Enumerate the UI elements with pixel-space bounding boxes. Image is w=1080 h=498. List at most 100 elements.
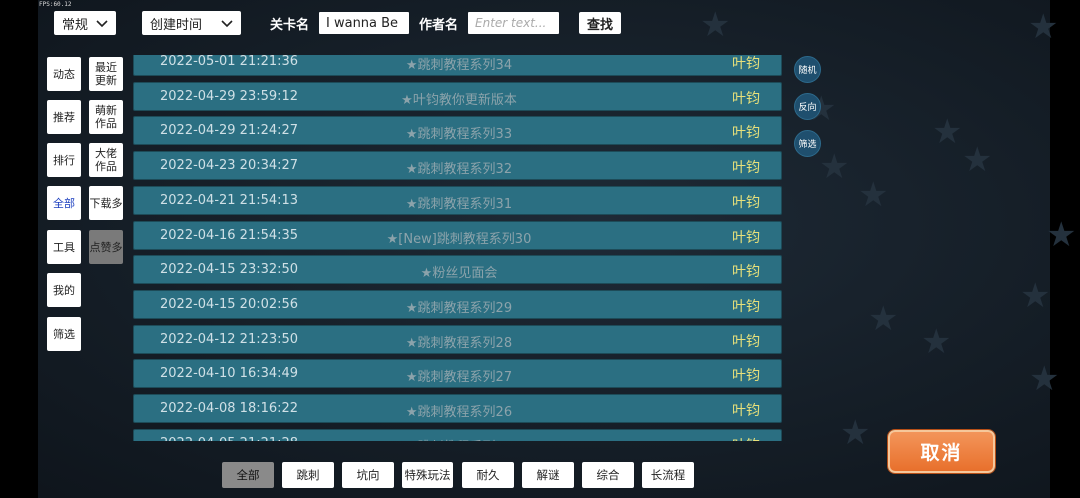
level-title: ★跳刺教程系列26 — [405, 405, 513, 420]
level-title: ★跳刺教程系列34 — [405, 58, 513, 73]
sidebar-item[interactable]: 动态 — [47, 57, 81, 91]
level-row[interactable]: 2022-04-10 16:34:49 ★跳刺教程系列27 叶钧 — [133, 359, 782, 389]
sidebar-item[interactable]: 全部 — [47, 186, 81, 220]
level-author: 叶钧 — [732, 368, 760, 385]
level-date: 2022-04-21 21:54:13 — [160, 192, 299, 208]
star-icon: ★ — [840, 413, 871, 453]
level-title: ★跳刺教程系列33 — [405, 127, 513, 143]
label-line-1: 最近 — [95, 61, 117, 74]
level-author: 叶钧 — [732, 160, 760, 177]
level-author: 叶钧 — [732, 333, 760, 350]
star-icon: ★ — [858, 175, 889, 215]
level-name-label: 关卡名 — [270, 18, 310, 33]
level-title: ★跳刺教程系列27 — [405, 370, 513, 386]
star-icon: ★ — [1028, 7, 1059, 47]
reverse-button[interactable]: 反向 — [794, 93, 821, 120]
level-row[interactable]: 2022-04-15 20:02:56 ★跳刺教程系列29 叶钧 — [133, 289, 782, 319]
fps-counter: FPS:60.12 — [39, 1, 72, 8]
sidebar-filter-item[interactable]: 下载多 — [89, 186, 123, 220]
level-row[interactable]: 2022-05-01 21:21:36 ★跳刺教程系列34 叶钧 — [133, 55, 782, 76]
random-button[interactable]: 随机 — [794, 56, 821, 83]
level-row[interactable]: 2022-04-29 21:24:27 ★跳刺教程系列33 叶钧 — [133, 116, 782, 146]
level-title: ★跳刺教程系列28 — [405, 335, 513, 351]
category-tab[interactable]: 长流程 — [642, 462, 694, 488]
star-icon: ★ — [819, 147, 850, 187]
mode-dropdown[interactable]: 常规 — [54, 11, 116, 35]
category-tab[interactable]: 坑向 — [342, 462, 394, 488]
sidebar-filter-label: 点赞多 — [90, 241, 123, 254]
level-row[interactable]: 2022-04-23 20:34:27 ★跳刺教程系列32 叶钧 — [133, 151, 782, 181]
level-author: 叶钧 — [732, 264, 760, 281]
level-row[interactable]: 2022-04-29 23:59:12 ★叶钧教你更新版本 叶钧 — [133, 81, 782, 111]
label-line-2: 作品 — [95, 117, 117, 130]
author-name-input[interactable]: Enter text... — [468, 12, 559, 34]
sidebar-filter-label: 最近 更新 — [95, 61, 117, 87]
author-name-label: 作者名 — [419, 18, 459, 33]
star-icon: ★ — [1020, 276, 1051, 316]
sidebar-item[interactable]: 工具 — [47, 230, 81, 264]
category-tab[interactable]: 耐久 — [462, 462, 514, 488]
level-author: 叶钧 — [732, 229, 760, 246]
sidebar-filter-item[interactable]: 最近 更新 — [89, 57, 123, 91]
star-icon: ★ — [921, 322, 952, 362]
level-author: 叶钧 — [732, 194, 760, 211]
category-tab[interactable]: 解谜 — [522, 462, 574, 488]
label-line-2: 更新 — [95, 74, 117, 87]
level-title: ★跳刺教程系列32 — [405, 162, 513, 178]
level-date: 2022-04-12 21:23:50 — [160, 331, 299, 347]
level-date: 2022-04-29 23:59:12 — [160, 88, 299, 104]
level-author: 叶钧 — [732, 125, 760, 142]
level-date: 2022-04-05 21:21:28 — [160, 436, 298, 441]
level-row[interactable]: 2022-04-15 23:32:50 ★粉丝见面会 叶钧 — [133, 255, 782, 285]
level-name-input[interactable]: I wanna Be — [319, 12, 409, 34]
category-tab[interactable]: 特殊玩法 — [402, 462, 453, 488]
sidebar-filter-item[interactable]: 萌新 作品 — [89, 100, 123, 134]
chevron-down-icon — [221, 20, 233, 28]
star-icon: ★ — [932, 112, 963, 152]
label-line-1: 萌新 — [95, 104, 117, 117]
level-author: 叶钧 — [732, 403, 760, 419]
left-letterbox — [0, 0, 38, 498]
star-icon: ★ — [700, 5, 731, 45]
level-row[interactable]: 2022-04-12 21:23:50 ★跳刺教程系列28 叶钧 — [133, 324, 782, 354]
category-tab[interactable]: 跳刺 — [282, 462, 334, 488]
level-author: 叶钧 — [732, 435, 760, 441]
level-date: 2022-04-15 23:32:50 — [160, 262, 299, 278]
filter-button[interactable]: 筛选 — [794, 130, 821, 157]
level-date: 2022-04-08 18:16:22 — [160, 401, 299, 416]
level-browser-screen: ★ ★ ★ ★ ★ ★ ★ ★ ★ ★ ★ ★ ★ FPS:60.12 常规 创建时间 关卡名 I wa… — [0, 0, 1080, 498]
sort-dropdown-value: 创建时间 — [150, 17, 203, 33]
sort-dropdown[interactable]: 创建时间 — [142, 11, 241, 35]
star-icon: ★ — [868, 299, 899, 339]
chevron-down-icon — [96, 20, 108, 28]
level-row[interactable]: 2022-04-16 21:54:35 ★[New]跳刺教程系列30 叶钧 — [133, 220, 782, 250]
level-row[interactable]: 2022-04-05 21:21:28 ★跳刺教程系列25 叶钧 — [133, 428, 782, 441]
level-title: ★粉丝见面会 — [420, 266, 498, 282]
label-line-1: 点赞多 — [89, 240, 123, 254]
sidebar-item[interactable]: 筛选 — [47, 317, 81, 351]
sidebar-filter-label: 下载多 — [90, 197, 123, 210]
level-date: 2022-04-10 16:34:49 — [160, 366, 299, 382]
level-date: 2022-05-01 21:21:36 — [160, 55, 299, 69]
level-row[interactable]: 2022-04-21 21:54:13 ★跳刺教程系列31 叶钧 — [133, 185, 782, 215]
level-date: 2022-04-16 21:54:35 — [160, 227, 299, 243]
sidebar-filter-item[interactable]: 大佬 作品 — [89, 143, 123, 177]
category-tab[interactable]: 全部 — [222, 462, 274, 488]
level-row[interactable]: 2022-04-08 18:16:22 ★跳刺教程系列26 叶钧 — [133, 394, 782, 423]
level-title: ★跳刺教程系列29 — [405, 300, 513, 316]
sidebar-item[interactable]: 我的 — [47, 273, 81, 307]
star-icon: ★ — [1029, 359, 1060, 399]
level-date: 2022-04-15 20:02:56 — [160, 296, 299, 312]
sidebar-item[interactable]: 推荐 — [47, 100, 81, 134]
cancel-button[interactable]: 取消 — [888, 430, 995, 473]
star-icon: ★ — [1046, 215, 1077, 255]
label-line-2: 作品 — [95, 160, 117, 173]
search-button[interactable]: 查找 — [579, 12, 621, 34]
sidebar-filter-item[interactable]: 点赞多 — [89, 230, 123, 264]
sidebar-item[interactable]: 排行 — [47, 143, 81, 177]
sidebar-filter-label: 萌新 作品 — [95, 104, 117, 130]
category-tab[interactable]: 综合 — [582, 462, 634, 488]
level-list[interactable]: 2022-05-01 21:21:36 ★跳刺教程系列34 叶钧 2022-04-29… — [133, 55, 783, 441]
star-icon: ★ — [962, 140, 993, 180]
label-line-1: 大佬 — [95, 147, 117, 160]
